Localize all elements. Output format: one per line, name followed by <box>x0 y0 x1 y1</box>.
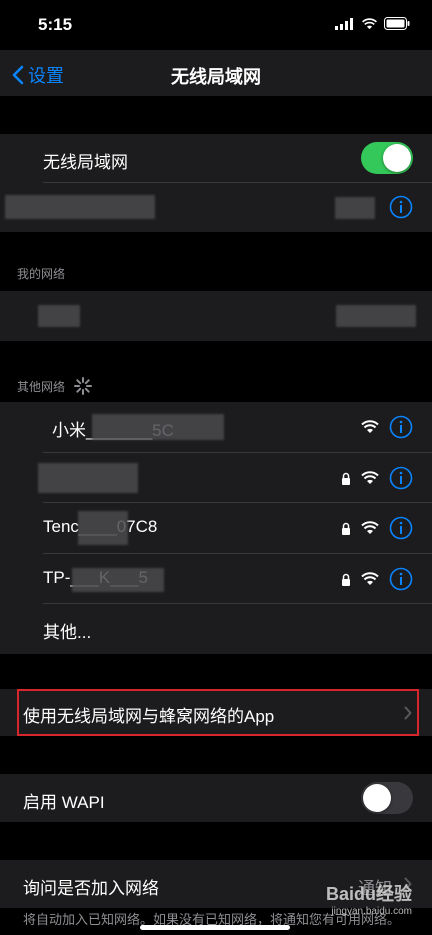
redacted-network-name <box>38 305 80 327</box>
status-icons <box>335 17 410 30</box>
wifi-status-icon <box>362 17 377 29</box>
my-networks-header: 我的网络 <box>17 267 66 281</box>
wifi-signal-icon <box>361 572 379 585</box>
wapi-toggle[interactable] <box>361 782 413 814</box>
my-networks-group <box>0 291 432 341</box>
signal-icon <box>335 17 353 30</box>
wifi-group: 无线局域网 <box>0 134 432 232</box>
page-title: 无线局域网 <box>171 67 261 87</box>
network-row[interactable] <box>0 453 432 503</box>
network-row[interactable]: 小米_______5C <box>0 402 432 453</box>
redacted-network-name <box>5 195 155 219</box>
ask-join-label: 询问是否加入网络 <box>23 879 159 898</box>
home-indicator <box>140 925 290 930</box>
network-row[interactable]: TP-___K___5 <box>0 554 432 604</box>
wifi-signal-icon <box>361 521 379 534</box>
lock-icon <box>342 472 350 485</box>
info-icon[interactable] <box>389 415 413 439</box>
status-time: 5:15 <box>38 15 73 34</box>
wifi-signal-icon <box>361 420 379 433</box>
loading-spinner-icon <box>74 377 93 395</box>
wifi-toggle-row: 无线局域网 <box>0 134 432 183</box>
toggle-knob <box>363 784 391 812</box>
connected-network-row[interactable] <box>0 183 432 232</box>
nav-bar: 设置 无线局域网 <box>0 50 432 96</box>
wifi-toggle[interactable] <box>361 142 413 174</box>
redacted-status <box>336 305 416 327</box>
redacted-network-name <box>72 568 164 592</box>
wifi-toggle-label: 无线局域网 <box>43 153 128 172</box>
network-row[interactable]: Tenc____07C8 <box>0 503 432 554</box>
wifi-signal-icon <box>361 471 379 484</box>
toggle-knob <box>383 144 411 172</box>
watermark: Baidu经验 jingyan.baidu.com <box>326 880 412 917</box>
wapi-row: 启用 WAPI <box>0 774 432 822</box>
redacted-network-name <box>92 414 224 440</box>
wapi-group: 启用 WAPI <box>0 774 432 822</box>
redacted-network-name <box>78 511 128 545</box>
other-networks-group: 小米_______5C <box>0 402 432 654</box>
lock-icon <box>342 573 350 586</box>
battery-icon <box>384 17 410 30</box>
highlight-annotation <box>17 689 419 736</box>
info-icon[interactable] <box>389 466 413 490</box>
redacted-status <box>335 197 375 219</box>
redacted-network-name <box>38 463 138 493</box>
other-networks-header: 其他网络 <box>17 376 93 396</box>
other-network-label: 其他... <box>43 623 92 642</box>
watermark-url: jingyan.baidu.com <box>331 906 412 917</box>
status-bar: 5:15 <box>0 0 432 50</box>
other-network-row[interactable]: 其他... <box>0 604 432 654</box>
info-icon[interactable] <box>389 567 413 591</box>
lock-icon <box>342 522 350 535</box>
info-icon[interactable] <box>389 195 413 219</box>
watermark-brand: Baidu经验 <box>325 884 412 904</box>
other-networks-label: 其他网络 <box>17 379 66 394</box>
wapi-label: 启用 WAPI <box>23 793 105 812</box>
my-network-row[interactable] <box>0 291 432 340</box>
info-icon[interactable] <box>389 516 413 540</box>
